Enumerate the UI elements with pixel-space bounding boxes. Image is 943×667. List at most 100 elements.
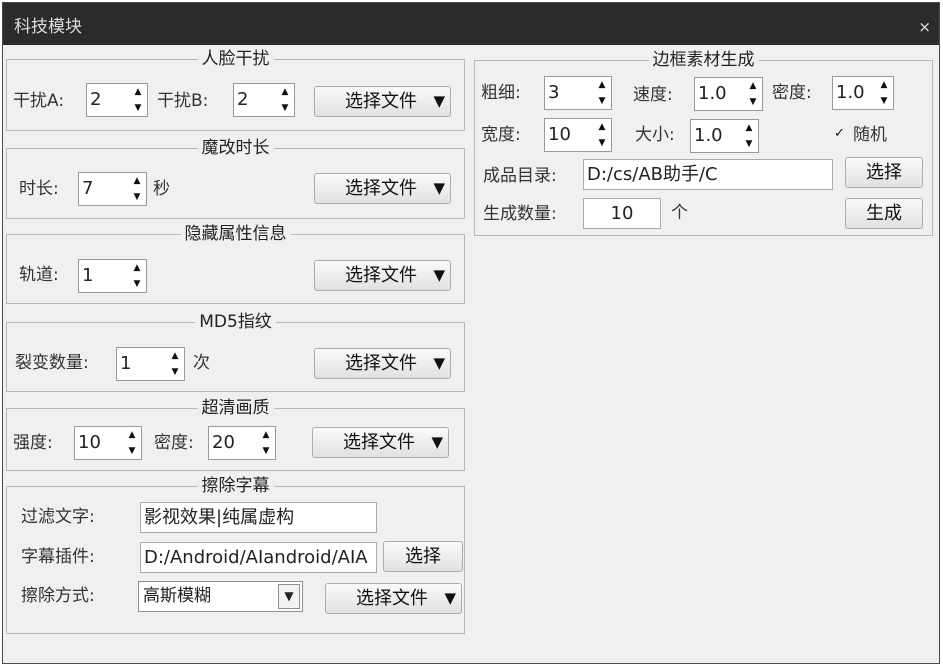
border-density-value: 1.0 bbox=[836, 82, 865, 103]
hd-choose-file-button[interactable]: 选择文件 ▼ bbox=[312, 427, 449, 458]
erase-mode-select[interactable]: 高斯模糊 ▼ bbox=[138, 581, 303, 612]
dropdown-arrow-icon: ▼ bbox=[444, 589, 456, 607]
magic-choose-file-label: 选择文件 bbox=[345, 178, 417, 199]
title-bar: 科技模块 × bbox=[3, 3, 939, 45]
generate-count-input[interactable]: 10 bbox=[583, 198, 661, 229]
fission-count-unit: 次 bbox=[193, 353, 210, 373]
output-select-button[interactable]: 选择 bbox=[845, 157, 923, 188]
interference-a-value: 2 bbox=[90, 89, 102, 110]
thickness-spinbox[interactable]: 3 ▲ ▼ bbox=[544, 76, 612, 110]
speed-label: 速度: bbox=[633, 85, 673, 105]
spin-down-icon[interactable]: ▼ bbox=[128, 189, 146, 205]
output-dir-input[interactable]: D:/cs/AB助手/C bbox=[583, 159, 833, 190]
spin-down-icon[interactable]: ▼ bbox=[740, 136, 758, 152]
chevron-down-icon[interactable]: ▼ bbox=[278, 584, 300, 609]
interference-a-spinbox[interactable]: 2 ▲ ▼ bbox=[86, 83, 148, 117]
hd-quality-group: 超清画质 强度: 10 ▲ ▼ 密度: 20 ▲ ▼ 选择文件 ▼ bbox=[6, 398, 465, 471]
speed-spinbox[interactable]: 1.0 ▲ ▼ bbox=[694, 77, 763, 111]
spin-down-icon[interactable]: ▼ bbox=[166, 364, 184, 380]
interference-b-spinbox[interactable]: 2 ▲ ▼ bbox=[233, 83, 295, 117]
track-spinbox[interactable]: 1 ▲ ▼ bbox=[78, 259, 147, 293]
duration-value: 7 bbox=[82, 178, 94, 199]
hd-choose-file-label: 选择文件 bbox=[343, 432, 415, 453]
hd-density-spinbox[interactable]: 20 ▲ ▼ bbox=[208, 426, 276, 460]
fission-count-spinbox[interactable]: 1 ▲ ▼ bbox=[116, 347, 185, 381]
dropdown-arrow-icon: ▼ bbox=[433, 266, 445, 284]
generate-count-label: 生成数量: bbox=[483, 204, 557, 224]
border-density-label: 密度: bbox=[772, 83, 812, 103]
spin-up-icon[interactable]: ▲ bbox=[128, 260, 146, 276]
spin-down-icon[interactable]: ▼ bbox=[593, 135, 611, 151]
subtitle-plugin-input[interactable]: D:/Android/AIandroid/AIA bbox=[140, 542, 377, 573]
width-spinbox[interactable]: 10 ▲ ▼ bbox=[544, 118, 612, 152]
face-choose-file-label: 选择文件 bbox=[345, 91, 417, 112]
spin-up-icon[interactable]: ▲ bbox=[129, 84, 147, 100]
md5-fingerprint-group: MD5指纹 裂变数量: 1 ▲ ▼ 次 选择文件 ▼ bbox=[6, 312, 465, 392]
duration-spinbox[interactable]: 7 ▲ ▼ bbox=[78, 172, 147, 206]
duration-unit: 秒 bbox=[153, 179, 170, 199]
erase-mode-label: 擦除方式: bbox=[21, 586, 95, 606]
border-density-spinbox[interactable]: 1.0 ▲ ▼ bbox=[832, 76, 894, 110]
interference-a-label: 干扰A: bbox=[13, 91, 65, 111]
filter-text-label: 过滤文字: bbox=[21, 507, 95, 527]
md5-choose-file-label: 选择文件 bbox=[345, 353, 417, 374]
spin-down-icon[interactable]: ▼ bbox=[744, 94, 762, 110]
width-value: 10 bbox=[548, 124, 571, 145]
filter-text-input[interactable]: 影视效果|纯属虚构 bbox=[140, 502, 377, 533]
spin-up-icon[interactable]: ▲ bbox=[593, 119, 611, 135]
erase-group-title: 擦除字幕 bbox=[197, 476, 274, 496]
spin-up-icon[interactable]: ▲ bbox=[123, 427, 141, 443]
spin-up-icon[interactable]: ▲ bbox=[740, 120, 758, 136]
erase-mode-value: 高斯模糊 bbox=[143, 586, 211, 606]
spin-down-icon[interactable]: ▼ bbox=[129, 100, 147, 116]
thickness-value: 3 bbox=[548, 82, 560, 103]
hidden-group-title: 隐藏属性信息 bbox=[180, 224, 291, 244]
md5-choose-file-button[interactable]: 选择文件 ▼ bbox=[314, 348, 451, 379]
spin-up-icon[interactable]: ▲ bbox=[593, 77, 611, 93]
generate-button[interactable]: 生成 bbox=[845, 198, 923, 229]
interference-b-label: 干扰B: bbox=[157, 91, 209, 111]
interference-b-value: 2 bbox=[237, 89, 249, 110]
hd-density-label: 密度: bbox=[154, 433, 194, 453]
window-title: 科技模块 bbox=[14, 17, 82, 37]
spin-up-icon[interactable]: ▲ bbox=[128, 173, 146, 189]
width-label: 宽度: bbox=[481, 125, 521, 145]
random-checkbox[interactable]: ✓ bbox=[834, 127, 847, 140]
track-label: 轨道: bbox=[19, 265, 59, 285]
generate-count-unit: 个 bbox=[671, 203, 688, 223]
spin-down-icon[interactable]: ▼ bbox=[276, 100, 294, 116]
spin-up-icon[interactable]: ▲ bbox=[257, 427, 275, 443]
magic-choose-file-button[interactable]: 选择文件 ▼ bbox=[314, 173, 451, 204]
random-label: 随机 bbox=[853, 125, 887, 145]
magic-duration-group: 魔改时长 时长: 7 ▲ ▼ 秒 选择文件 ▼ bbox=[6, 138, 465, 219]
spin-down-icon[interactable]: ▼ bbox=[257, 443, 275, 459]
erase-choose-file-button[interactable]: 选择文件 ▼ bbox=[325, 583, 462, 614]
size-spinbox[interactable]: 1.0 ▲ ▼ bbox=[690, 119, 759, 153]
tech-module-window: 科技模块 × 人脸干扰 干扰A: 2 ▲ ▼ 干扰B: 2 ▲ ▼ 选择文件 ▼… bbox=[2, 2, 940, 664]
spin-up-icon[interactable]: ▲ bbox=[276, 84, 294, 100]
strength-label: 强度: bbox=[13, 433, 53, 453]
hidden-choose-file-label: 选择文件 bbox=[345, 265, 417, 286]
dropdown-arrow-icon: ▼ bbox=[433, 179, 445, 197]
spin-up-icon[interactable]: ▲ bbox=[744, 78, 762, 94]
spin-down-icon[interactable]: ▼ bbox=[593, 93, 611, 109]
spin-down-icon[interactable]: ▼ bbox=[128, 276, 146, 292]
face-choose-file-button[interactable]: 选择文件 ▼ bbox=[314, 86, 451, 117]
thickness-label: 粗细: bbox=[481, 83, 521, 103]
md5-group-title: MD5指纹 bbox=[195, 312, 276, 332]
dropdown-arrow-icon: ▼ bbox=[433, 354, 445, 372]
speed-value: 1.0 bbox=[698, 83, 727, 104]
strength-spinbox[interactable]: 10 ▲ ▼ bbox=[74, 426, 142, 460]
hidden-choose-file-button[interactable]: 选择文件 ▼ bbox=[314, 260, 451, 291]
spin-down-icon[interactable]: ▼ bbox=[123, 443, 141, 459]
plugin-select-button[interactable]: 选择 bbox=[383, 541, 463, 572]
track-value: 1 bbox=[82, 265, 94, 286]
spin-up-icon[interactable]: ▲ bbox=[166, 348, 184, 364]
duration-label: 时长: bbox=[19, 179, 59, 199]
face-interference-group: 人脸干扰 干扰A: 2 ▲ ▼ 干扰B: 2 ▲ ▼ 选择文件 ▼ bbox=[6, 49, 465, 131]
spin-down-icon[interactable]: ▼ bbox=[875, 93, 893, 109]
dropdown-arrow-icon: ▼ bbox=[431, 433, 443, 451]
erase-subtitle-group: 擦除字幕 过滤文字: 影视效果|纯属虚构 字幕插件: D:/Android/AI… bbox=[6, 476, 465, 634]
close-icon[interactable]: × bbox=[918, 18, 931, 36]
spin-up-icon[interactable]: ▲ bbox=[875, 77, 893, 93]
